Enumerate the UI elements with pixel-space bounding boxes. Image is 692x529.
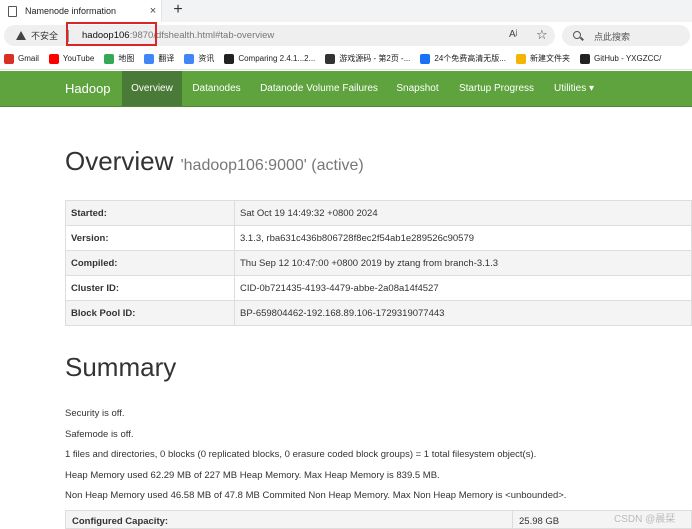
bookmark-item[interactable]: 新建文件夹 bbox=[515, 53, 570, 64]
bookmark-item[interactable]: GitHub - YXGZCC/ bbox=[579, 53, 662, 64]
maps-icon bbox=[104, 53, 115, 64]
security-indicator[interactable]: 不安全 bbox=[16, 29, 58, 42]
bookmark-label: 翻译 bbox=[158, 54, 175, 63]
bookmark-item[interactable]: 游戏源码 - 第2页 -... bbox=[325, 53, 410, 64]
row-key: Version: bbox=[65, 225, 235, 251]
hadoop-navbar: Hadoop Overview Datanodes Datanode Volum… bbox=[0, 71, 692, 107]
bookmark-label: Comparing 2.4.1...2... bbox=[238, 54, 316, 63]
bookmark-label: 游戏源码 - 第2页 -... bbox=[339, 54, 411, 63]
github-icon bbox=[224, 53, 235, 64]
overview-title: Overview bbox=[65, 146, 174, 176]
search-placeholder: 点此搜索 bbox=[594, 32, 631, 42]
table-row: Cluster ID: CID-0b721435-4193-4479-abbe-… bbox=[65, 275, 692, 301]
translate-icon bbox=[144, 53, 155, 64]
nav-datanodes[interactable]: Datanodes bbox=[182, 71, 251, 106]
row-value: CID-0b721435-4193-4479-abbe-2a08a14f4527 bbox=[234, 275, 692, 301]
overview-table: Started: Sat Oct 19 14:49:32 +0800 2024 … bbox=[65, 200, 692, 326]
row-value: Sat Oct 19 14:49:32 +0800 2024 bbox=[234, 200, 692, 226]
browser-tab-strip: Namenode information × + bbox=[0, 0, 692, 22]
bookmark-label: 地图 bbox=[118, 54, 135, 63]
browser-tab[interactable]: Namenode information × bbox=[0, 0, 162, 22]
table-row: Started: Sat Oct 19 14:49:32 +0800 2024 bbox=[65, 200, 692, 226]
bookmark-label: 资讯 bbox=[198, 54, 215, 63]
favorite-star-icon[interactable]: ☆ bbox=[536, 27, 548, 43]
game-site-icon bbox=[325, 53, 336, 64]
bookmark-item[interactable]: 翻译 bbox=[144, 53, 174, 64]
tab-title: Namenode information bbox=[25, 6, 117, 16]
bookmark-item[interactable]: 24个免费高清无版... bbox=[420, 53, 506, 64]
row-value: BP-659804462-192.168.89.106-172931907744… bbox=[234, 300, 692, 326]
zhihu-icon bbox=[420, 53, 431, 64]
folder-icon bbox=[515, 53, 526, 64]
nav-utilities-dropdown[interactable]: Utilities ▾ bbox=[545, 71, 603, 106]
configured-capacity-row: Configured Capacity: 25.98 GB bbox=[65, 510, 692, 529]
row-key: Block Pool ID: bbox=[65, 300, 235, 326]
security-status: Security is off. bbox=[65, 408, 125, 419]
row-key: Started: bbox=[65, 200, 235, 226]
bookmark-item[interactable]: Comparing 2.4.1...2... bbox=[224, 53, 316, 64]
watermark: CSDN @晨栞 bbox=[614, 514, 676, 525]
youtube-icon bbox=[48, 53, 59, 64]
tab-close-icon[interactable]: × bbox=[145, 5, 161, 17]
bookmark-label: GitHub - YXGZCC/ bbox=[593, 54, 662, 63]
table-row: Version: 3.1.3, rba631c436b806728f8ec2f5… bbox=[65, 225, 692, 251]
summary-heading: Summary bbox=[65, 352, 177, 382]
non-heap-memory: Non Heap Memory used 46.58 MB of 47.8 MB… bbox=[65, 490, 567, 501]
bookmark-item[interactable]: 地图 bbox=[104, 53, 134, 64]
page-icon bbox=[8, 5, 17, 17]
overview-heading: Overview 'hadoop106:9000' (active) bbox=[65, 146, 364, 177]
capacity-key: Configured Capacity: bbox=[72, 516, 169, 527]
bookmarks-bar: Gmail YouTube 地图 翻译 资讯 Comparing 2.4.1...2...… bbox=[0, 48, 692, 70]
search-box[interactable]: 点此搜索 bbox=[562, 25, 690, 46]
heap-memory: Heap Memory used 62.29 MB of 227 MB Heap… bbox=[65, 470, 440, 481]
cell-divider bbox=[512, 511, 513, 529]
table-row: Compiled: Thu Sep 12 10:47:00 +0800 2019… bbox=[65, 250, 692, 276]
search-icon bbox=[573, 31, 581, 39]
nav-overview[interactable]: Overview bbox=[122, 71, 182, 106]
row-key: Compiled: bbox=[65, 250, 235, 276]
overview-subtitle: 'hadoop106:9000' (active) bbox=[180, 157, 364, 174]
gmail-icon bbox=[4, 53, 14, 64]
github-icon bbox=[579, 53, 590, 64]
navbar-brand[interactable]: Hadoop bbox=[65, 81, 111, 96]
row-key: Cluster ID: bbox=[65, 275, 235, 301]
bookmark-item[interactable]: 资讯 bbox=[184, 53, 214, 64]
filesystem-objects: 1 files and directories, 0 blocks (0 rep… bbox=[65, 449, 537, 460]
new-tab-button[interactable]: + bbox=[168, 0, 188, 22]
warning-icon bbox=[16, 31, 26, 40]
bookmark-label: YouTube bbox=[62, 54, 95, 63]
row-value: 3.1.3, rba631c436b806728f8ec2f54ab1e2895… bbox=[234, 225, 692, 251]
nav-startup-progress[interactable]: Startup Progress bbox=[448, 71, 545, 106]
row-value: Thu Sep 12 10:47:00 +0800 2019 by ztang … bbox=[234, 250, 692, 276]
bookmark-item[interactable]: YouTube bbox=[48, 53, 95, 64]
read-aloud-icon[interactable]: Aʲ bbox=[509, 29, 517, 40]
bookmark-label: Gmail bbox=[18, 54, 39, 63]
nav-datanode-volume-failures[interactable]: Datanode Volume Failures bbox=[251, 71, 387, 106]
bookmark-item[interactable]: Gmail bbox=[4, 53, 39, 64]
safemode-status: Safemode is off. bbox=[65, 429, 134, 440]
security-label: 不安全 bbox=[31, 31, 59, 41]
url-highlight-box bbox=[66, 22, 157, 46]
table-row: Block Pool ID: BP-659804462-192.168.89.1… bbox=[65, 300, 692, 326]
news-icon bbox=[184, 53, 195, 64]
bookmark-label: 24个免费高清无版... bbox=[434, 54, 506, 63]
bookmark-label: 新建文件夹 bbox=[529, 54, 570, 63]
nav-snapshot[interactable]: Snapshot bbox=[387, 71, 448, 106]
capacity-value: 25.98 GB bbox=[519, 516, 560, 527]
